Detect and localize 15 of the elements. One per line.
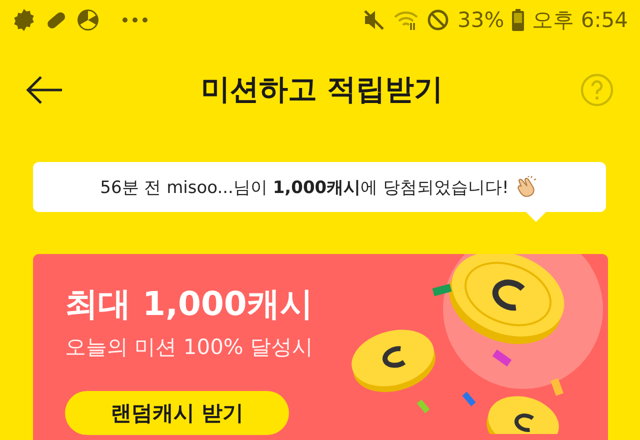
- wifi-icon: [393, 9, 420, 31]
- clapping-hands-icon: [514, 176, 539, 198]
- back-button[interactable]: [26, 75, 64, 105]
- badge-icon: [12, 8, 36, 32]
- blocked-icon: [427, 9, 450, 31]
- battery-icon: [512, 9, 524, 31]
- promo-title: 최대 1,000캐시: [65, 283, 313, 325]
- mute-icon: [363, 9, 386, 31]
- winner-message: 56분 전 misoo...님이 1,000캐시에 당첨되었습니다!: [100, 176, 509, 198]
- clock-time: 오후 6:54: [532, 7, 628, 34]
- promo-subtitle: 오늘의 미션 100% 달성시: [65, 334, 314, 361]
- random-cash-button[interactable]: 랜덤캐시 받기: [65, 391, 289, 435]
- page-title: 미션하고 적립받기: [200, 71, 444, 108]
- battery-percentage: 33%: [457, 8, 504, 32]
- more-icon: [122, 17, 148, 23]
